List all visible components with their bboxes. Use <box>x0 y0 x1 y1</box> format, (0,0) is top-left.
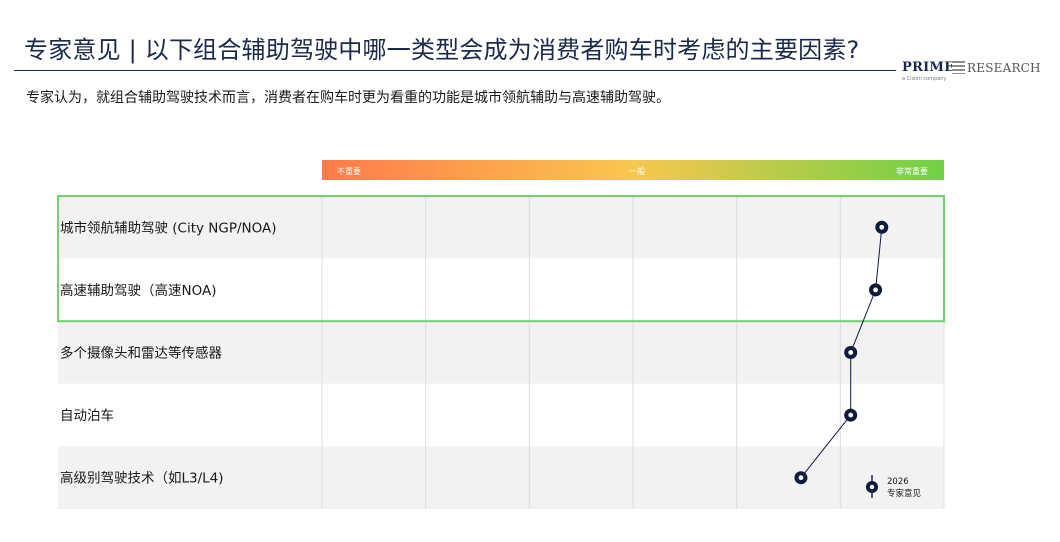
legend-label: 专家意见 <box>887 488 922 499</box>
legend-year: 2026 <box>887 477 909 487</box>
row-label: 高速辅助驾驶（高速NOA) <box>60 282 217 299</box>
row-background <box>58 383 944 447</box>
series-marker-core <box>848 350 854 355</box>
row-label: 自动泊车 <box>60 407 114 424</box>
series-marker-core <box>879 224 885 230</box>
row-label: 高级别驾驶技术（如L3/L4) <box>60 470 224 487</box>
row-label: 多个摄像头和雷达等传感器 <box>60 345 222 362</box>
scale-label-high: 非常重要 <box>896 166 928 176</box>
scale-label-low: 不重要 <box>337 166 361 176</box>
scale-label-mid: 一般 <box>629 166 645 176</box>
series-marker-core <box>873 287 878 293</box>
row-label: 城市领航辅助驾驶 (City NGP/NOA) <box>60 219 277 236</box>
series-marker-core <box>798 475 804 481</box>
importance-chart: 不重要 一般 非常重要 城市领航辅助驾驶 (City NGP/NOA) 高速辅助驾… <box>57 160 945 509</box>
series-marker-core <box>848 412 854 418</box>
legend-marker-core <box>869 484 875 490</box>
